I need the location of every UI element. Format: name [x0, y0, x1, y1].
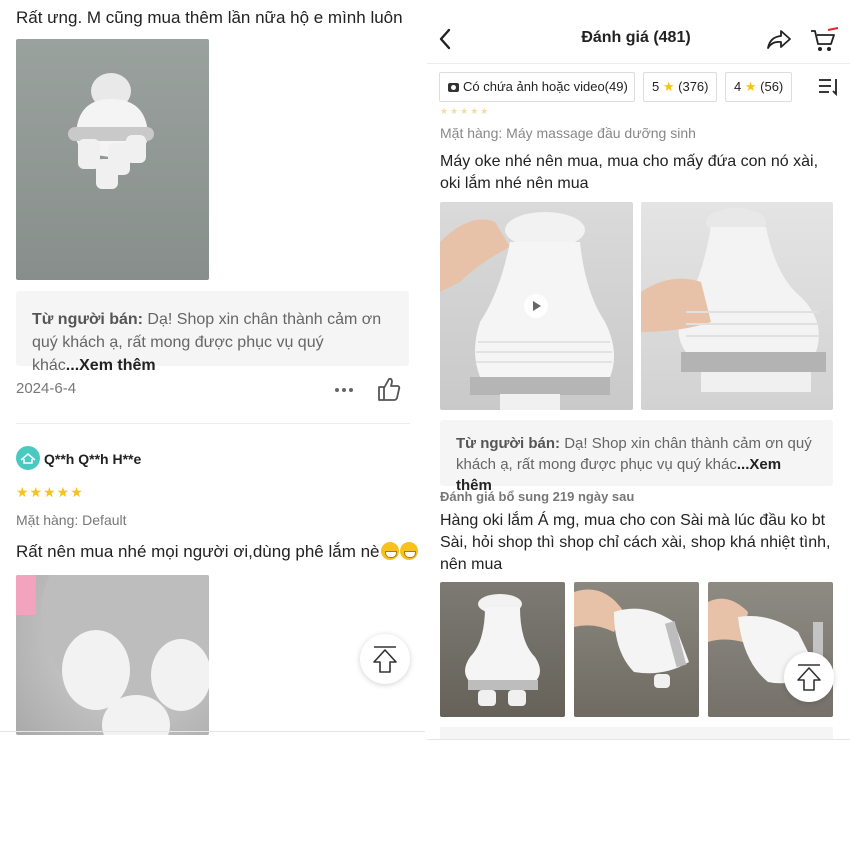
- thumbs-up-icon[interactable]: [377, 376, 401, 402]
- camera-icon: [448, 83, 459, 92]
- review-photo[interactable]: [641, 202, 833, 410]
- right-bottom-border: [427, 739, 850, 740]
- seller-reply: Từ người bán: Dạ! Shop xin chân thành cả…: [16, 291, 409, 374]
- supplement-label: Đánh giá bổ sung 219 ngày sau: [440, 489, 635, 504]
- see-more-link[interactable]: ...Xem thêm: [66, 357, 156, 374]
- rating-stars: ★★★★★: [440, 106, 491, 116]
- avatar: [16, 446, 40, 470]
- filter-label: Có chứa ảnh hoặc video(49): [463, 79, 628, 94]
- rating-stars: ★★★★★: [16, 484, 84, 500]
- filter-star-number: 5: [652, 79, 660, 94]
- review-date: 2024-6-4: [16, 380, 77, 397]
- filter-4-star[interactable]: 4 ★ (56): [725, 72, 792, 102]
- filter-with-media[interactable]: Có chứa ảnh hoặc video(49): [439, 72, 635, 102]
- review-comment: Máy oke nhé nên mua, mua cho mấy đứa con…: [440, 153, 819, 192]
- grin-emoji-icon: [380, 542, 399, 560]
- review-photo[interactable]: [16, 575, 209, 735]
- seller-reply-prefix: Từ người bán:: [32, 311, 143, 328]
- left-review-panel: Rất ưng. M cũng mua thêm lần nữa hộ e mì…: [0, 0, 425, 740]
- product-variant: Mặt hàng: Máy massage đầu dưỡng sinh: [440, 125, 696, 141]
- more-dots-icon[interactable]: [334, 380, 354, 400]
- review-comment: Hàng oki lắm Á mg, mua cho con Sài mà lú…: [440, 512, 831, 573]
- play-icon[interactable]: [524, 294, 548, 318]
- review-photo[interactable]: [574, 582, 699, 717]
- share-icon[interactable]: [766, 27, 792, 51]
- massager-image: [574, 589, 689, 688]
- review-comment: Rất nên mua nhé mọi người ơi,dùng phê lắ…: [16, 542, 418, 562]
- scroll-top-icon: [373, 646, 397, 673]
- grin-emoji-icon: [399, 542, 418, 560]
- review-photo[interactable]: [16, 39, 209, 280]
- seller-reply-prefix: Từ người bán:: [456, 435, 561, 452]
- review-comment-text: Rất nên mua nhé mọi người ơi,dùng phê lắ…: [16, 542, 380, 561]
- page-title: Đánh giá (481): [581, 29, 691, 46]
- scroll-top-button[interactable]: [784, 652, 834, 702]
- review-text: Rất ưng. M cũng mua thêm lần nữa hộ e mì…: [16, 8, 403, 27]
- back-icon[interactable]: [436, 26, 456, 52]
- filter-5-star[interactable]: 5 ★ (376): [643, 72, 717, 102]
- scroll-top-button[interactable]: [360, 634, 410, 684]
- review-photo[interactable]: [440, 582, 565, 717]
- filter-star-number: 4: [734, 79, 742, 94]
- filter-count: (56): [760, 79, 784, 94]
- review-divider: [16, 423, 410, 424]
- seller-reply: Từ người bán: Dạ! Shop xin chân thành cả…: [440, 420, 833, 494]
- filter-count: (376): [678, 79, 709, 94]
- cart-icon[interactable]: [809, 27, 839, 53]
- massager-image: [641, 208, 826, 392]
- star-icon: ★: [744, 79, 757, 94]
- massager-image: [68, 73, 154, 189]
- product-variant: Mặt hàng: Default: [16, 512, 127, 528]
- scroll-top-icon: [797, 664, 821, 691]
- header-divider: [427, 63, 850, 64]
- left-bottom-border: [0, 731, 425, 732]
- star-icon: ★: [662, 79, 675, 94]
- massager-image: [465, 594, 540, 706]
- massager-image: [16, 575, 209, 735]
- sort-icon[interactable]: [818, 77, 840, 97]
- reviewer-name: Q**h Q**h H**e: [44, 451, 142, 467]
